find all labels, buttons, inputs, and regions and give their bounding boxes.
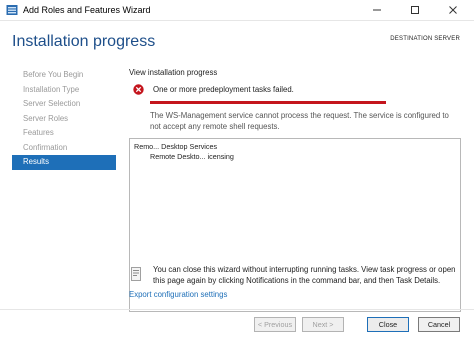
service-error-detail: The WS-Management service cannot process… [150,111,449,131]
cancel-button[interactable]: Cancel [418,317,460,332]
result-remote-desktop-services: Remo... Desktop Services [134,142,218,151]
server-manager-icon [6,5,18,15]
wizard-nav: Before You Begin Installation Type Serve… [12,68,116,170]
error-icon [133,84,144,95]
next-button[interactable]: Next > [302,317,344,332]
window-title: Add Roles and Features Wizard [23,5,151,15]
close-button[interactable]: Close [367,317,409,332]
nav-item-server-roles[interactable]: Server Roles [12,112,116,127]
section-label: View installation progress [129,68,218,77]
nav-item-installation-type[interactable]: Installation Type [12,83,116,98]
nav-item-before-you-begin[interactable]: Before You Begin [12,68,116,83]
error-row: One or more predeployment tasks failed. [133,84,294,95]
result-remote-desktop-licensing: Remote Deskto... icensing [150,152,234,161]
bottom-separator [0,309,474,310]
close-icon [449,6,457,14]
progress-bar [150,101,386,104]
maximize-icon [411,6,419,14]
nav-item-confirmation[interactable]: Confirmation [12,141,116,156]
info-note-icon [131,267,141,281]
export-configuration-link[interactable]: Export configuration settings [129,290,227,299]
wizard-header: Installation progress DESTINATION SERVER [0,21,474,65]
error-message: One or more predeployment tasks failed. [153,85,294,94]
minimize-icon [373,9,381,11]
progress-bar-fill [150,101,386,104]
title-bar: Add Roles and Features Wizard [0,0,474,21]
nav-item-features[interactable]: Features [12,126,116,141]
minimize-button[interactable] [358,0,396,20]
close-window-button[interactable] [434,0,472,20]
info-note-text: You can close this wizard without interr… [153,265,456,285]
destination-server-label: DESTINATION SERVER [390,36,460,42]
nav-item-results[interactable]: Results [12,155,116,170]
previous-button[interactable]: < Previous [254,317,296,332]
nav-item-server-selection[interactable]: Server Selection [12,97,116,112]
maximize-button[interactable] [396,0,434,20]
page-title: Installation progress [12,33,156,50]
